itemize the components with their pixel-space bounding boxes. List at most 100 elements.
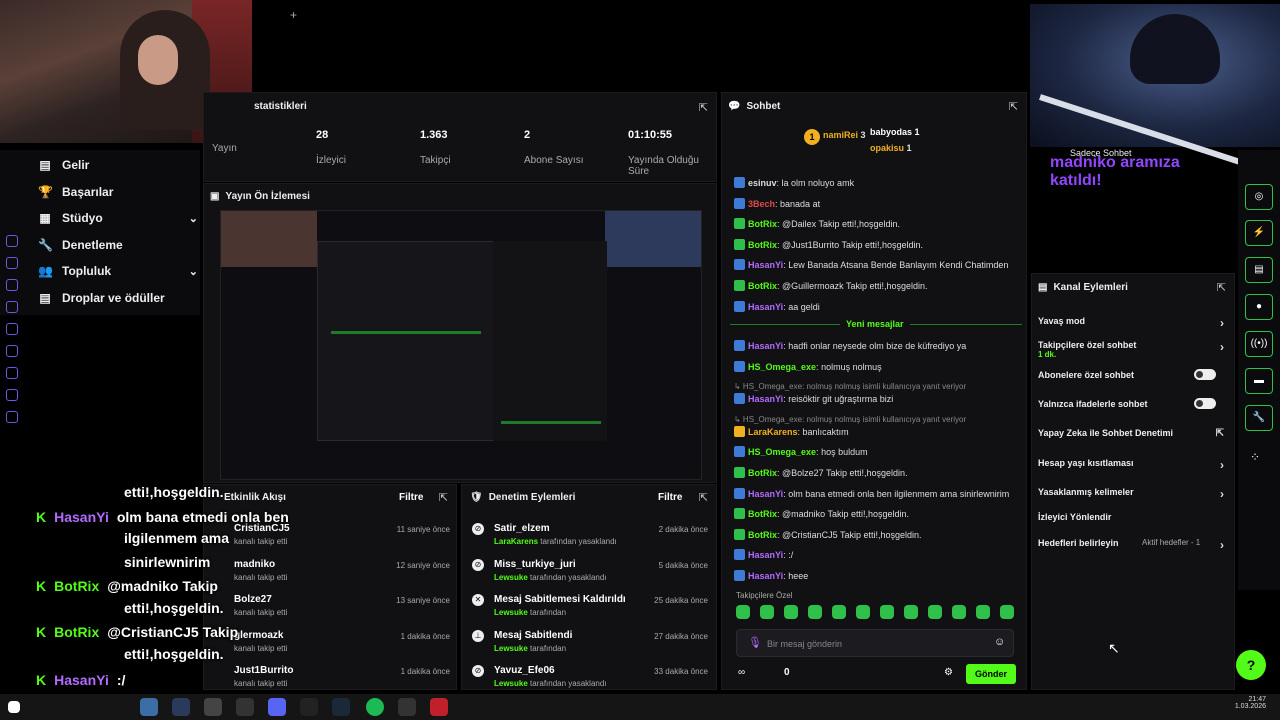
action-item[interactable]: İzleyici Yönlendir xyxy=(1038,512,1224,522)
send-button[interactable]: Gönder xyxy=(966,664,1016,684)
ban-icon: ⊘ xyxy=(472,523,484,535)
support-icon[interactable]: ? xyxy=(1236,650,1266,680)
chat-username[interactable]: HasanYi xyxy=(748,571,783,581)
taskbar-app-icon[interactable] xyxy=(398,698,416,716)
action-item[interactable]: Abonelere özel sohbet xyxy=(1038,369,1224,380)
chat-username[interactable]: HasanYi xyxy=(748,550,783,560)
action-item[interactable]: Hesap yaşı kısıtlaması › xyxy=(1038,458,1224,472)
app-icon[interactable] xyxy=(6,389,18,401)
nav-item-studyo[interactable]: ▦ Stüdyo ⌄ xyxy=(38,211,198,225)
windows-start-icon[interactable] xyxy=(8,701,20,713)
popout-icon[interactable]: ⇱ xyxy=(699,101,708,114)
taskbar-app-icon[interactable] xyxy=(204,698,222,716)
taskbar-app-icon[interactable] xyxy=(140,698,158,716)
app-icon[interactable] xyxy=(6,345,18,357)
chat-username[interactable]: HasanYi xyxy=(748,341,783,351)
activity-title: Etkinlik Akışı xyxy=(224,492,286,503)
badge-icon xyxy=(734,393,745,405)
mic-icon[interactable]: 🎙 xyxy=(748,636,762,649)
chat-username[interactable]: 3Bech xyxy=(748,199,775,209)
emote[interactable] xyxy=(952,605,966,619)
taskbar-app-icon[interactable] xyxy=(236,698,254,716)
chat-username[interactable]: HasanYi xyxy=(748,302,783,312)
filter-button[interactable]: Filtre xyxy=(658,492,682,503)
chat-username[interactable]: esinuv xyxy=(748,178,777,188)
camera-icon[interactable]: ◎ xyxy=(1245,184,1273,210)
emote[interactable] xyxy=(904,605,918,619)
toggle-switch[interactable] xyxy=(1194,398,1216,409)
gear-icon[interactable]: ⚙ xyxy=(944,667,953,678)
document-icon[interactable]: ▤ xyxy=(1245,257,1273,283)
app-icon[interactable] xyxy=(6,367,18,379)
app-icon[interactable] xyxy=(6,257,18,269)
gifter-name: babyodas xyxy=(870,127,913,137)
nav-item-droplar[interactable]: ▤ Droplar ve ödüller xyxy=(38,291,198,305)
chat-username[interactable]: HS_Omega_exe xyxy=(748,447,816,457)
chat-input[interactable]: Bir mesaj gönderin xyxy=(736,629,1014,657)
epic-icon[interactable] xyxy=(300,698,318,716)
nav-item-topluluk[interactable]: 👥 Topluluk ⌄ xyxy=(38,264,198,278)
wrench-icon[interactable]: 🔧 xyxy=(1245,405,1273,431)
emote[interactable] xyxy=(736,605,750,619)
action-item[interactable]: Yavaş mod › xyxy=(1038,316,1224,330)
emote[interactable] xyxy=(760,605,774,619)
opera-icon[interactable] xyxy=(430,698,448,716)
emote[interactable] xyxy=(808,605,822,619)
chat-username[interactable]: BotRix xyxy=(748,240,777,250)
lightning-icon[interactable]: ⚡ xyxy=(1245,220,1273,246)
emote[interactable] xyxy=(928,605,942,619)
activity-item: Bolze27 kanalı takip etti 13 saniye önce xyxy=(234,594,450,617)
app-icon[interactable] xyxy=(6,323,18,335)
app-icon[interactable] xyxy=(6,279,18,291)
action-item[interactable]: Hedefleri belirleyin Aktif hedefler - 1 › xyxy=(1038,538,1224,552)
emote[interactable] xyxy=(856,605,870,619)
nav-item-denetleme[interactable]: 🔧 Denetleme xyxy=(38,238,198,252)
nav-item-basarilar[interactable]: 🏆 Başarılar xyxy=(38,185,198,199)
filter-button[interactable]: Filtre xyxy=(399,492,423,503)
broadcast-icon[interactable]: ((•)) xyxy=(1245,331,1273,357)
action-item[interactable]: Takipçilere özel sohbet 1 dk. › xyxy=(1038,340,1224,359)
app-icon[interactable] xyxy=(6,301,18,313)
app-icon[interactable] xyxy=(6,411,18,423)
popout-icon[interactable]: ⇱ xyxy=(1217,281,1226,294)
app-icon[interactable] xyxy=(6,235,18,247)
stream-preview-video[interactable] xyxy=(220,210,702,480)
chat-username[interactable]: HasanYi xyxy=(748,394,783,404)
chat-username[interactable]: HS_Omega_exe xyxy=(748,362,816,372)
chat-username[interactable]: BotRix xyxy=(748,530,777,540)
emote[interactable] xyxy=(1000,605,1014,619)
badge-icon xyxy=(734,467,745,478)
chat-username[interactable]: HasanYi xyxy=(748,260,783,270)
steam-icon[interactable] xyxy=(332,698,350,716)
spotify-icon[interactable] xyxy=(366,698,384,716)
chat-username[interactable]: BotRix xyxy=(748,468,777,478)
layout-icon[interactable]: ▬ xyxy=(1245,368,1273,394)
taskbar-app-icon[interactable] xyxy=(172,698,190,716)
toggle-switch[interactable] xyxy=(1194,369,1216,380)
add-icon[interactable]: + xyxy=(290,8,297,22)
discord-icon[interactable] xyxy=(268,698,286,716)
chat-username[interactable]: BotRix xyxy=(748,219,777,229)
chat-username[interactable]: BotRix xyxy=(748,281,777,291)
chat-username[interactable]: HasanYi xyxy=(748,489,783,499)
action-item[interactable]: Yalnızca ifadelerle sohbet xyxy=(1038,398,1224,409)
emote[interactable] xyxy=(880,605,894,619)
popout-icon[interactable]: ⇱ xyxy=(439,491,448,504)
kick-logo-icon: K xyxy=(36,509,47,525)
nav-item-gelir[interactable]: ▤ Gelir xyxy=(38,158,198,172)
popout-icon[interactable]: ⇱ xyxy=(1009,100,1018,113)
mod-item: ⊘ Satir_elzem LaraKarens tarafından yasakl… xyxy=(472,523,708,546)
emote[interactable] xyxy=(832,605,846,619)
popout-icon[interactable]: ⇱ xyxy=(699,491,708,504)
action-item[interactable]: Yapay Zeka ile Sohbet Denetimi ⇱ xyxy=(1038,428,1224,439)
emote[interactable] xyxy=(784,605,798,619)
chat-bubble-icon[interactable]: ● xyxy=(1245,294,1273,320)
action-item[interactable]: Yasaklanmış kelimeler › xyxy=(1038,487,1224,501)
overlay-username: HasanYi xyxy=(54,509,109,525)
emote[interactable] xyxy=(976,605,990,619)
emoji-icon[interactable]: ☺ xyxy=(994,636,1005,648)
users-icon[interactable]: ⁘ xyxy=(1250,450,1260,464)
action-label: Yalnızca ifadelerle sohbet xyxy=(1038,399,1148,409)
chat-username[interactable]: LaraKarens xyxy=(748,427,798,437)
chat-username[interactable]: BotRix xyxy=(748,509,777,519)
